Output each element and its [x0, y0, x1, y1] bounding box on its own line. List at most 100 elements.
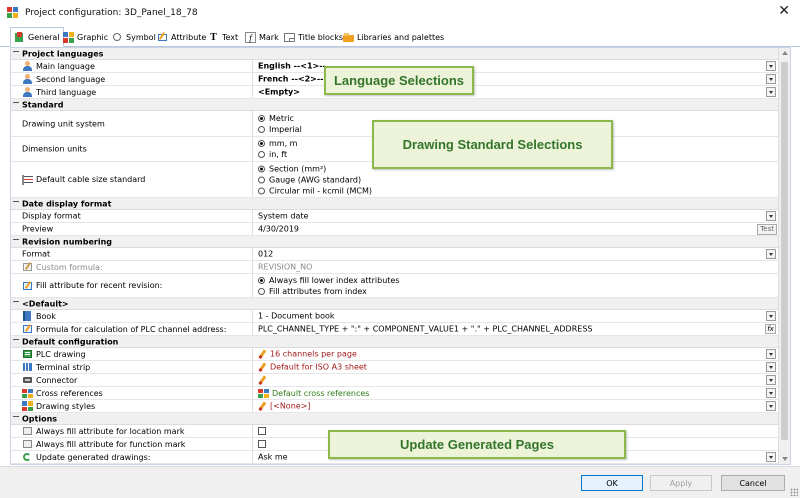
refresh-icon: [22, 452, 33, 462]
apply-button[interactable]: Apply: [650, 475, 712, 491]
radio-icon: [258, 187, 265, 194]
section-default[interactable]: <Default>: [11, 298, 778, 310]
section-options[interactable]: Options: [11, 413, 778, 425]
row-plc-formula[interactable]: Formula for calculation of PLC channel a…: [11, 323, 778, 336]
vertical-scrollbar[interactable]: [778, 48, 790, 464]
scroll-up-icon[interactable]: [782, 51, 788, 55]
dimension-units-radios: mm, m in, ft: [258, 138, 297, 160]
display-format-value: System date: [258, 211, 309, 221]
cross-references-dropdown[interactable]: [766, 388, 776, 398]
display-format-dropdown[interactable]: [766, 211, 776, 221]
title-bar: Project configuration: 3D_Panel_18_78 ✕: [0, 0, 800, 25]
section-standard[interactable]: Standard: [11, 99, 778, 111]
radio-always-fill-lower[interactable]: Always fill lower index attributes: [258, 275, 400, 286]
radio-imperial[interactable]: Imperial: [258, 124, 302, 135]
formula-editor-button[interactable]: fx: [765, 324, 776, 334]
preview-value: 4/30/2019: [258, 224, 300, 234]
section-date-display-format[interactable]: Date display format: [11, 198, 778, 210]
revision-format-dropdown[interactable]: [766, 249, 776, 259]
radio-icon: [258, 287, 265, 295]
location-mark-checkbox[interactable]: [258, 427, 266, 435]
row-connector[interactable]: Connector: [11, 374, 778, 387]
section-project-languages[interactable]: Project languages: [11, 48, 778, 60]
update-drawings-value: Ask me: [258, 452, 288, 462]
main-language-value: English --<1>--: [258, 61, 326, 71]
plc-formula-value: PLC_CHANNEL_TYPE + ":" + COMPONENT_VALUE…: [258, 324, 593, 334]
graphic-icon: [63, 31, 74, 43]
cross-references-value: Default cross references: [258, 388, 369, 398]
mark-icon: f: [245, 31, 256, 43]
tab-mark[interactable]: f Mark: [241, 28, 283, 46]
callout-language-selections: Language Selections: [324, 66, 474, 95]
radio-selected-icon: [258, 276, 265, 284]
book-value: 1 - Document book: [258, 311, 335, 321]
row-terminal-strip[interactable]: Terminal strip Default for ISO A3 sheet: [11, 361, 778, 374]
close-window-button[interactable]: ✕: [778, 3, 790, 19]
plc-formula-icon: [22, 324, 33, 334]
scroll-down-icon[interactable]: [782, 457, 788, 461]
window-title: Project configuration: 3D_Panel_18_78: [25, 7, 198, 18]
tab-graphic[interactable]: Graphic: [59, 28, 112, 46]
row-fill-attribute-revision: Fill attribute for recent revision: Alwa…: [11, 274, 778, 298]
cross-references-icon: [258, 388, 269, 398]
libraries-icon: [343, 32, 354, 43]
app-icon: [7, 7, 18, 18]
tab-text[interactable]: T Text: [204, 28, 242, 46]
radio-circular-mil[interactable]: Circular mil - kcmil (MCM): [258, 185, 372, 196]
drawing-styles-dropdown[interactable]: [766, 401, 776, 411]
radio-gauge[interactable]: Gauge (AWG standard): [258, 174, 372, 185]
tab-title-blocks[interactable]: Title blocks: [280, 28, 347, 46]
row-drawing-styles[interactable]: Drawing styles [<None>]: [11, 400, 778, 413]
collapse-icon[interactable]: [13, 50, 19, 57]
row-book[interactable]: Book 1 - Document book: [11, 310, 778, 323]
radio-in-ft[interactable]: in, ft: [258, 149, 297, 160]
row-display-format[interactable]: Display format System date: [11, 210, 778, 223]
update-drawings-dropdown[interactable]: [766, 452, 776, 462]
user-icon: [22, 61, 33, 71]
cross-references-icon: [22, 388, 33, 398]
user-icon: [22, 87, 33, 97]
cancel-button[interactable]: Cancel: [721, 475, 785, 491]
second-language-dropdown[interactable]: [766, 74, 776, 84]
row-cross-references[interactable]: Cross references Default cross reference…: [11, 387, 778, 400]
collapse-icon[interactable]: [13, 338, 19, 345]
collapse-icon[interactable]: [13, 415, 19, 422]
pencil-icon: [258, 350, 267, 359]
radio-mm-m[interactable]: mm, m: [258, 138, 297, 149]
ok-button[interactable]: OK: [581, 475, 643, 491]
radio-section[interactable]: Section (mm²): [258, 163, 372, 174]
radio-fill-from-index[interactable]: Fill attributes from index: [258, 286, 400, 297]
drawing-unit-system-radios: Metric Imperial: [258, 113, 302, 135]
section-revision-numbering[interactable]: Revision numbering: [11, 236, 778, 248]
callout-update-generated-pages: Update Generated Pages: [328, 430, 626, 459]
formula-icon: [22, 262, 33, 272]
main-language-dropdown[interactable]: [766, 61, 776, 71]
terminal-strip-dropdown[interactable]: [766, 362, 776, 372]
scroll-thumb[interactable]: [781, 62, 788, 440]
plc-drawing-dropdown[interactable]: [766, 349, 776, 359]
resize-grip-icon[interactable]: [790, 488, 798, 496]
drawing-styles-icon: [22, 401, 33, 411]
drawing-styles-value: [<None>]: [258, 402, 311, 411]
row-revision-format[interactable]: Format 012: [11, 248, 778, 261]
radio-metric[interactable]: Metric: [258, 113, 302, 124]
collapse-icon[interactable]: [13, 101, 19, 108]
function-mark-checkbox[interactable]: [258, 440, 266, 448]
tab-libraries-and-palettes[interactable]: Libraries and palettes: [339, 28, 448, 46]
book-dropdown[interactable]: [766, 311, 776, 321]
section-default-configuration[interactable]: Default configuration: [11, 336, 778, 348]
symbol-icon: [112, 32, 123, 43]
collapse-icon[interactable]: [13, 238, 19, 245]
row-plc-drawing[interactable]: PLC drawing 16 channels per page: [11, 348, 778, 361]
third-language-dropdown[interactable]: [766, 87, 776, 97]
tab-attribute[interactable]: Attribute: [153, 28, 210, 46]
tab-general[interactable]: General: [10, 27, 64, 47]
collapse-icon[interactable]: [13, 300, 19, 307]
collapse-icon[interactable]: [13, 200, 19, 207]
connector-icon: [22, 375, 33, 385]
radio-selected-icon: [258, 165, 265, 172]
connector-dropdown[interactable]: [766, 375, 776, 385]
location-mark-icon: [22, 426, 33, 436]
terminal-strip-value: Default for ISO A3 sheet: [258, 363, 367, 372]
test-button[interactable]: Test: [757, 224, 777, 235]
